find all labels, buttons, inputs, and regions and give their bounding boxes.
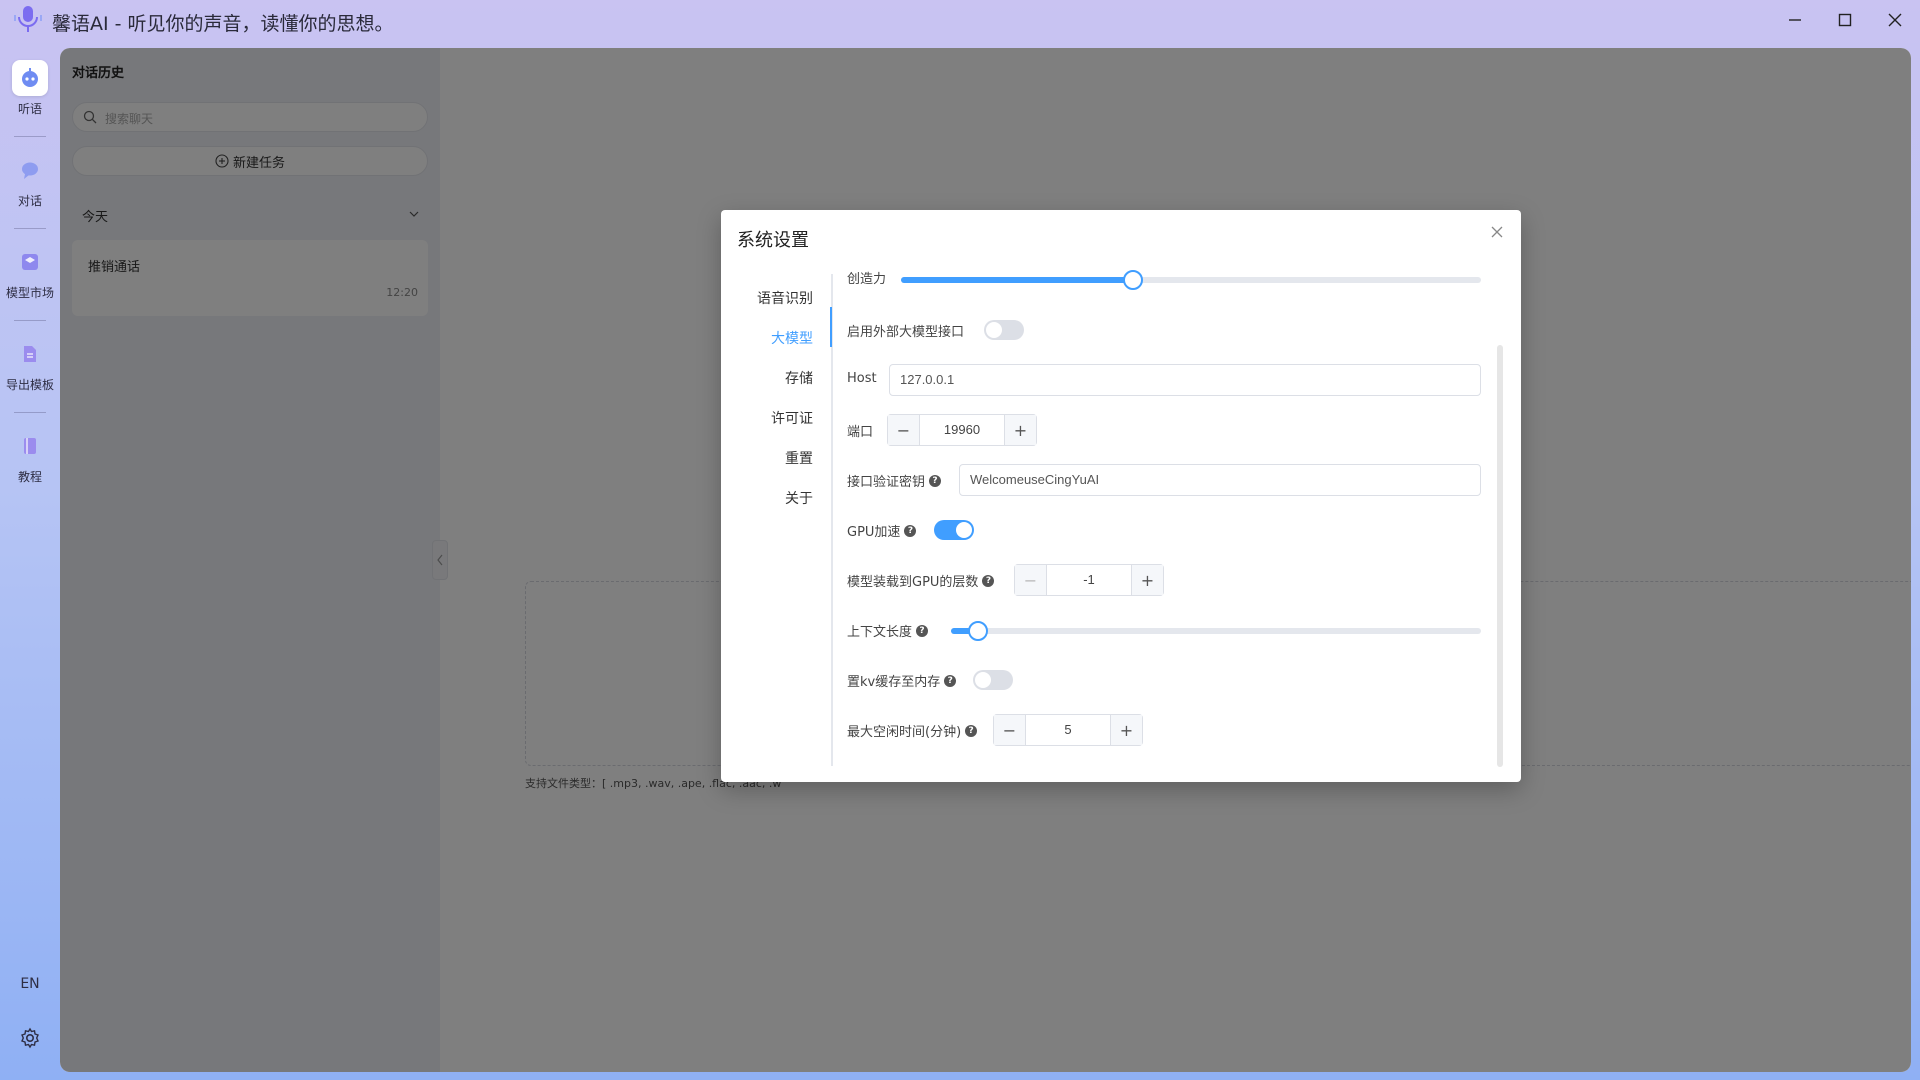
help-icon[interactable]: ? <box>929 474 942 487</box>
max-idle-label-text: 最大空闲时间(分钟) <box>847 725 962 740</box>
rail-divider <box>14 320 46 321</box>
creativity-label: 创造力 <box>847 268 886 287</box>
port-decrement-button[interactable]: − <box>888 415 920 445</box>
max-idle-stepper[interactable]: − 5 + <box>993 714 1143 746</box>
api-key-label-text: 接口验证密钥 <box>847 475 926 490</box>
external-llm-label: 启用外部大模型接口 <box>847 321 964 340</box>
rail-divider <box>14 228 46 229</box>
help-icon[interactable]: ? <box>904 524 917 537</box>
rail-label: 听语 <box>17 102 42 116</box>
creativity-slider-thumb[interactable] <box>1123 270 1143 290</box>
context-length-slider-thumb[interactable] <box>967 621 988 641</box>
nav-about[interactable]: 关于 <box>785 488 813 508</box>
chat-bubble-icon <box>12 152 48 188</box>
book-icon <box>12 428 48 464</box>
max-idle-decrement-button[interactable]: − <box>994 715 1026 745</box>
toggle-knob <box>956 522 972 538</box>
rail-item-export-template[interactable]: 导出模板 <box>0 336 60 393</box>
port-label: 端口 <box>847 421 873 440</box>
gpu-accel-toggle[interactable] <box>934 520 974 540</box>
nav-active-indicator <box>830 307 832 347</box>
nav-llm[interactable]: 大模型 <box>771 328 813 348</box>
external-llm-label-text: 启用外部大模型接口 <box>847 325 965 340</box>
rail-item-tutorial[interactable]: 教程 <box>0 428 60 485</box>
microphone-logo-icon <box>12 3 44 35</box>
rail-label: 对话 <box>17 194 42 208</box>
close-icon[interactable] <box>1883 8 1907 32</box>
maximize-icon[interactable] <box>1833 8 1857 32</box>
dialog-title: 系统设置 <box>737 230 809 251</box>
external-llm-toggle[interactable] <box>984 320 1024 340</box>
gpu-layers-label-text: 模型装载到GPU的层数 <box>847 575 979 590</box>
gpu-layers-label: 模型装载到GPU的层数 ? <box>847 571 995 590</box>
rail-item-model-market[interactable]: 模型市场 <box>0 244 60 301</box>
kv-cache-label-text: 置kv缓存至内存 <box>847 675 941 690</box>
toggle-knob <box>986 322 1002 338</box>
port-stepper[interactable]: − 19960 + <box>887 414 1037 446</box>
nav-reset[interactable]: 重置 <box>785 448 813 468</box>
port-label-text: 端口 <box>847 425 874 440</box>
rail-divider <box>14 412 46 413</box>
creativity-slider[interactable] <box>901 270 1481 290</box>
creativity-slider-fill <box>901 277 1133 283</box>
max-idle-label: 最大空闲时间(分钟) ? <box>847 721 978 740</box>
document-icon <box>12 336 48 372</box>
kv-cache-toggle[interactable] <box>973 670 1013 690</box>
minimize-icon[interactable] <box>1783 8 1807 32</box>
help-icon[interactable]: ? <box>916 624 929 637</box>
api-key-label: 接口验证密钥 ? <box>847 471 942 490</box>
max-idle-value[interactable]: 5 <box>1026 715 1110 745</box>
kv-cache-label: 置kv缓存至内存 ? <box>847 671 957 690</box>
app-title: 馨语AI - 听见你的声音，读懂你的思想。 <box>52 13 394 35</box>
context-length-slider[interactable] <box>951 621 1481 641</box>
host-label: Host <box>847 371 877 386</box>
rail-label: 模型市场 <box>5 286 54 300</box>
help-icon[interactable]: ? <box>944 674 957 687</box>
nav-storage[interactable]: 存储 <box>785 368 813 388</box>
nav-license[interactable]: 许可证 <box>771 408 813 428</box>
gear-icon[interactable] <box>18 1026 42 1050</box>
left-rail: 听语 对话 模型市场 导出模板 教程 EN <box>0 48 60 1080</box>
rail-divider <box>14 136 46 137</box>
title-bar: 馨语AI - 听见你的声音，读懂你的思想。 <box>0 0 1920 40</box>
host-input[interactable]: 127.0.0.1 <box>889 364 1481 396</box>
port-increment-button[interactable]: + <box>1004 415 1036 445</box>
settings-scrollbar[interactable] <box>1497 345 1503 767</box>
gpu-layers-increment-button[interactable]: + <box>1131 565 1163 595</box>
context-length-label: 上下文长度 ? <box>847 621 929 640</box>
creativity-label-text: 创造力 <box>847 272 887 287</box>
help-icon[interactable]: ? <box>965 724 978 737</box>
api-key-input[interactable]: WelcomeuseCingYuAI <box>959 464 1481 496</box>
gpu-layers-decrement-button[interactable]: − <box>1015 565 1047 595</box>
port-value[interactable]: 19960 <box>920 415 1004 445</box>
help-icon[interactable]: ? <box>982 574 995 587</box>
rail-item-listen[interactable]: 听语 <box>0 60 60 117</box>
cube-icon <box>12 244 48 280</box>
gpu-layers-stepper[interactable]: − -1 + <box>1014 564 1164 596</box>
rail-item-chat[interactable]: 对话 <box>0 152 60 209</box>
settings-nav: 语音识别 大模型 存储 许可证 重置 关于 <box>721 274 833 766</box>
rail-label: 导出模板 <box>5 378 54 392</box>
robot-icon <box>12 60 48 96</box>
gpu-layers-value[interactable]: -1 <box>1047 565 1131 595</box>
gpu-accel-label: GPU加速 ? <box>847 521 917 540</box>
nav-speech-recognition[interactable]: 语音识别 <box>757 288 813 308</box>
close-icon[interactable] <box>1489 224 1505 240</box>
gpu-accel-label-text: GPU加速 <box>847 525 901 540</box>
max-idle-increment-button[interactable]: + <box>1110 715 1142 745</box>
settings-pane: 创造力 启用外部大模型接口 Host 127.0.0.1 端口 − 19960 … <box>847 260 1507 780</box>
rail-label: 教程 <box>17 470 42 484</box>
language-toggle[interactable]: EN <box>0 976 60 992</box>
host-label-text: Host <box>847 371 877 386</box>
settings-dialog: 系统设置 语音识别 大模型 存储 许可证 重置 关于 创造力 启用外部大模型接口… <box>721 210 1521 782</box>
context-length-label-text: 上下文长度 <box>847 625 913 640</box>
toggle-knob <box>975 672 991 688</box>
